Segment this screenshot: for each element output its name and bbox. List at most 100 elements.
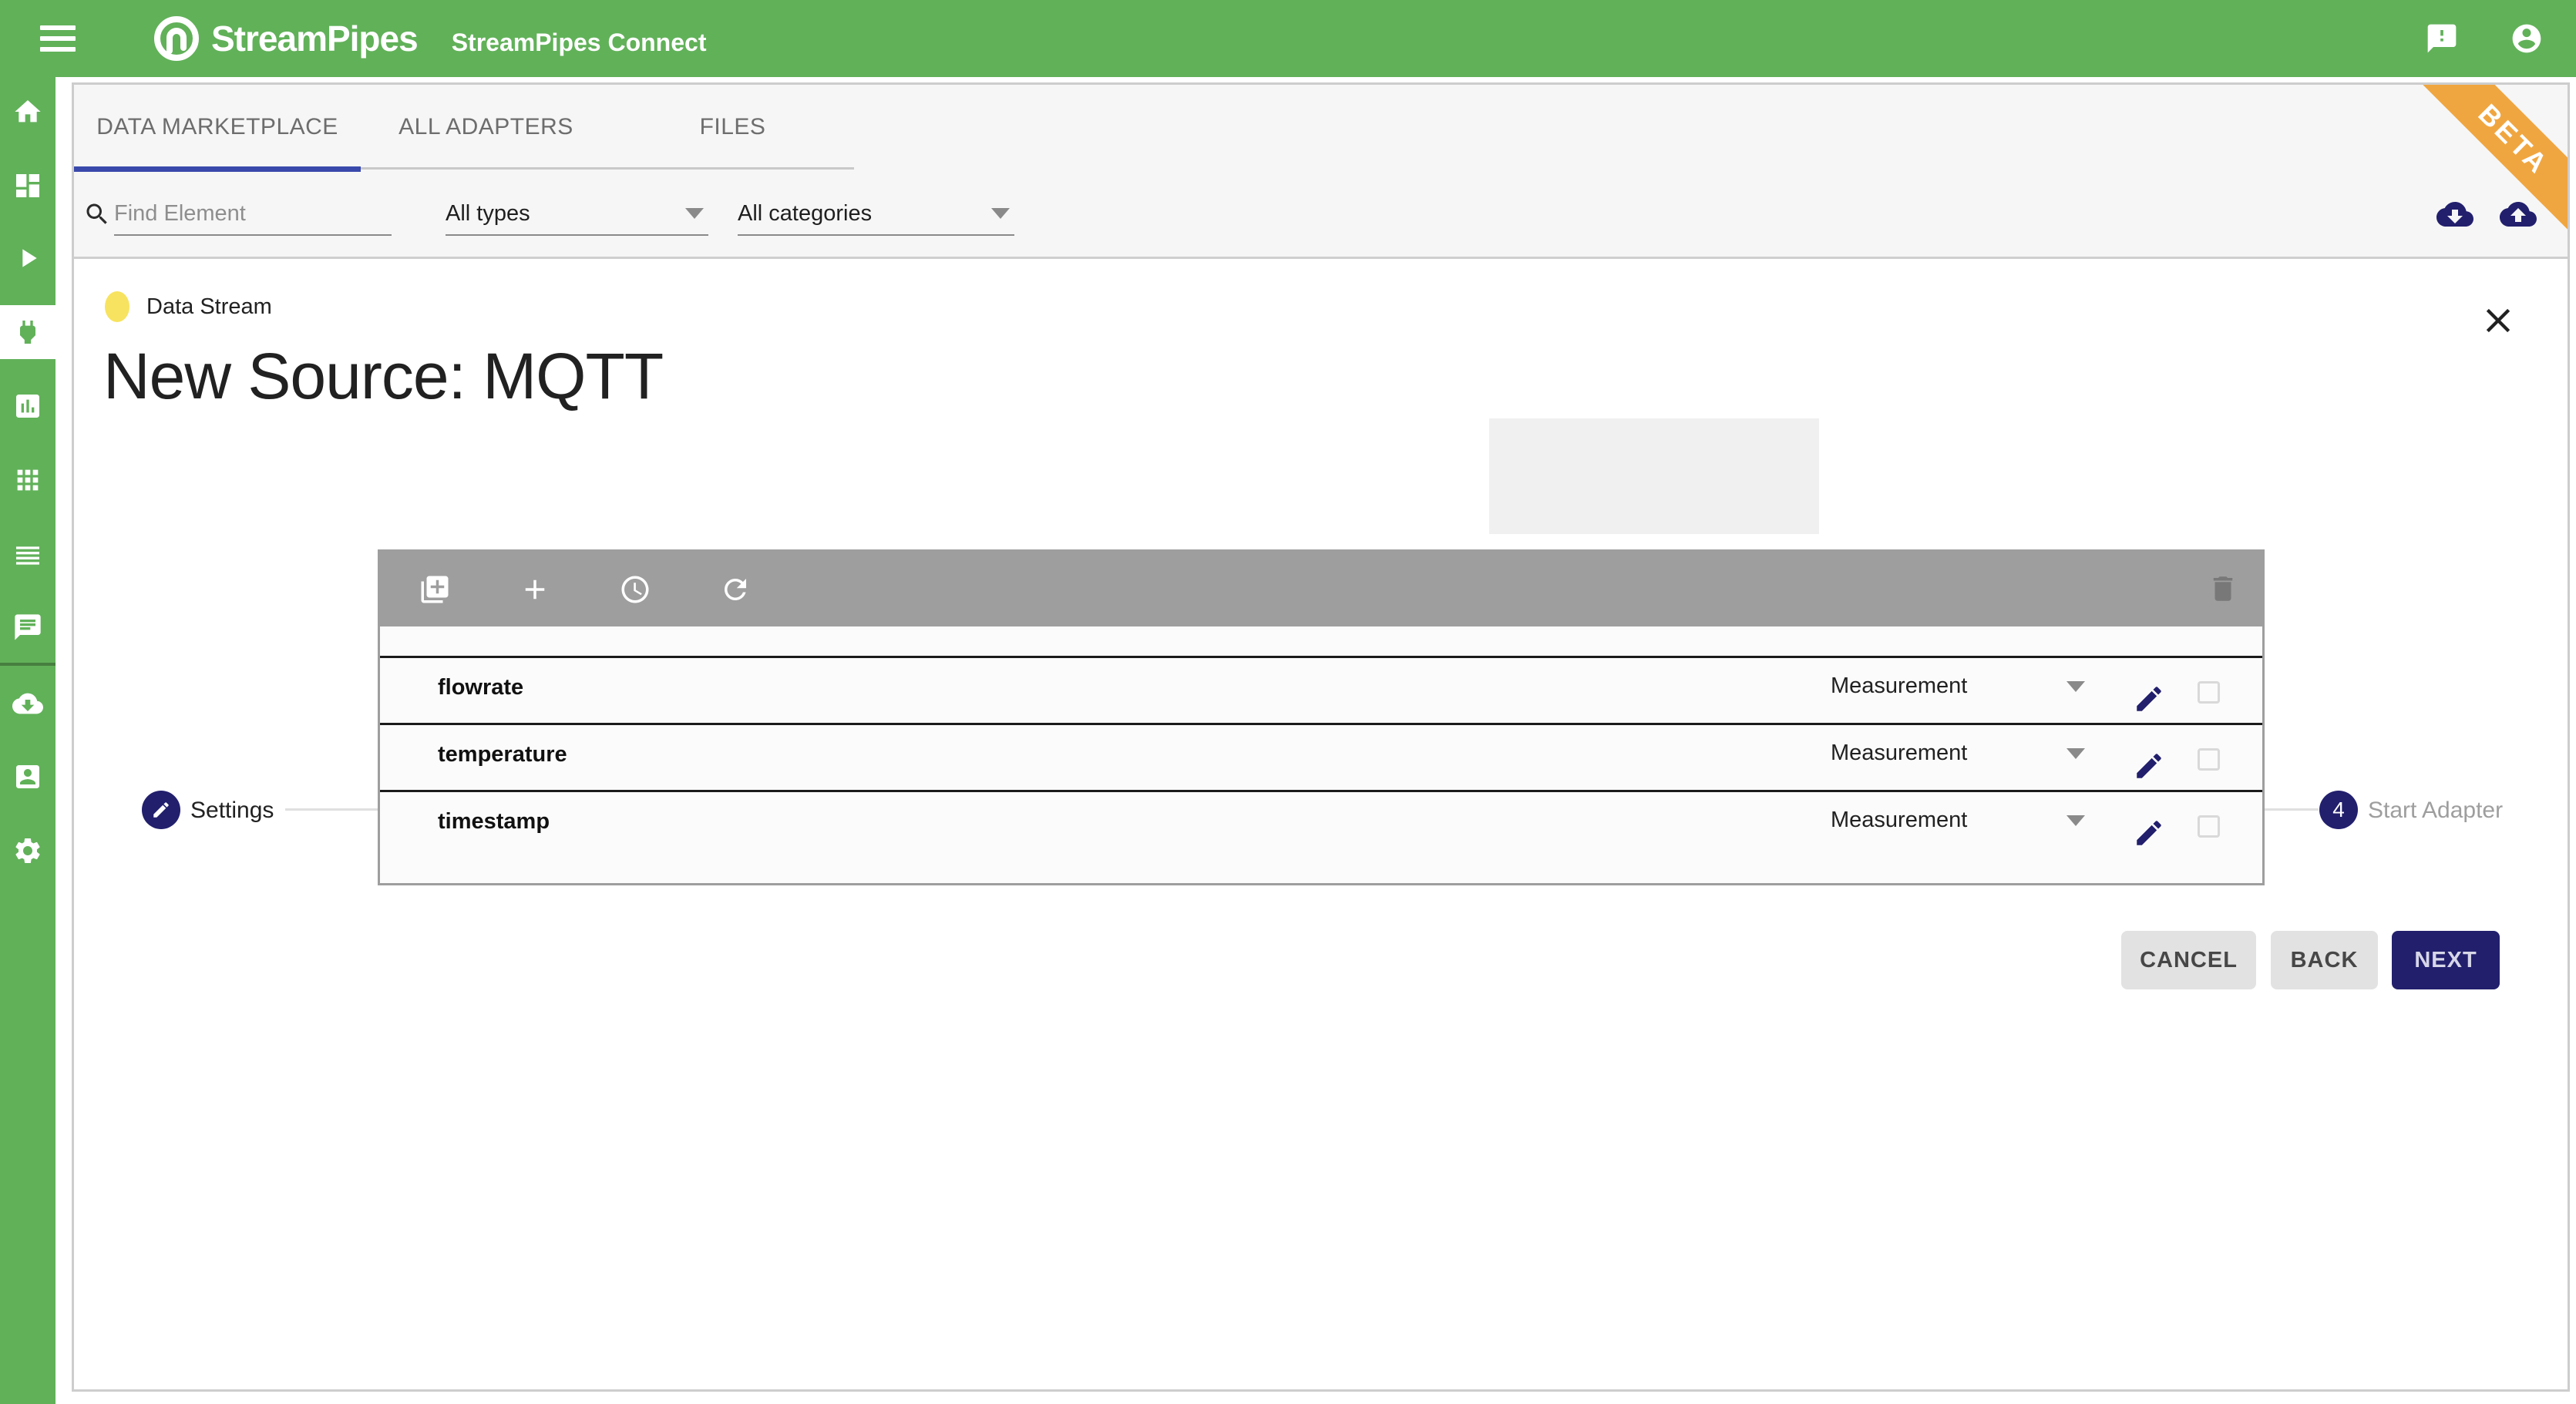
schema-rows: flowrate Measurement temperature Measure… [380, 656, 2262, 857]
wizard-actions: CANCEL BACK NEXT [74, 931, 2568, 993]
chevron-down-icon [685, 208, 704, 219]
chevron-down-icon [2067, 815, 2085, 826]
delete-selected-button[interactable] [2207, 573, 2239, 609]
property-type-select[interactable]: Measurement [1831, 673, 2085, 699]
step-4-circle[interactable]: 4 [2319, 791, 2358, 829]
bar-chart-icon [12, 391, 43, 422]
close-icon [2478, 301, 2518, 341]
streampipes-logo [153, 15, 200, 62]
apps-grid-icon [12, 465, 43, 495]
sidebar-item-profile[interactable] [0, 750, 55, 804]
cancel-button[interactable]: CANCEL [2121, 931, 2256, 989]
sidebar-item-home[interactable] [0, 85, 55, 139]
active-step-highlight [1489, 418, 1819, 534]
add-icon[interactable] [519, 573, 551, 606]
tab-data-marketplace[interactable]: DATA MARKETPLACE [74, 85, 361, 170]
list-icon [12, 540, 43, 571]
library-add-icon[interactable] [419, 573, 451, 606]
category-select-value: All categories [738, 201, 872, 227]
property-type-value: Measurement [1831, 741, 1967, 766]
edit-property-button[interactable] [2133, 817, 2165, 849]
schema-row: flowrate Measurement [380, 656, 2262, 723]
trash-icon [2207, 573, 2239, 605]
schema-row: timestamp Measurement [380, 790, 2262, 857]
step-4-number: 4 [2332, 798, 2345, 822]
settings-gear-icon [12, 835, 43, 866]
filter-row: All types All categories [74, 183, 2568, 245]
cloud-upload-button[interactable] [2500, 196, 2537, 233]
tab-all-adapters[interactable]: ALL ADAPTERS [361, 85, 611, 170]
play-icon [12, 243, 43, 274]
cloud-download-button[interactable] [2436, 196, 2473, 233]
account-circle-icon[interactable] [2510, 22, 2544, 55]
refresh-icon[interactable] [719, 573, 752, 606]
step-1-circle[interactable] [142, 791, 180, 829]
tab-bar: DATA MARKETPLACE ALL ADAPTERS FILES [74, 85, 854, 170]
tab-files[interactable]: FILES [611, 85, 854, 170]
schema-row: temperature Measurement [380, 723, 2262, 790]
sidebar-item-logs[interactable] [0, 529, 55, 583]
element-category: Data Stream [105, 291, 272, 322]
close-button[interactable] [2478, 301, 2518, 341]
step-1-label[interactable]: Settings [190, 798, 274, 824]
category-select[interactable]: All categories [738, 193, 1014, 236]
property-name: flowrate [438, 675, 1831, 700]
row-checkbox[interactable] [2198, 748, 2220, 771]
property-type-select[interactable]: Measurement [1831, 808, 2085, 833]
property-name: temperature [438, 742, 1831, 767]
sidebar-divider [0, 663, 55, 666]
account-box-icon [12, 761, 43, 792]
plug-icon [12, 317, 43, 348]
brand-title: StreamPipes [211, 18, 418, 59]
data-stream-dot-icon [105, 291, 129, 322]
sidebar-item-dashboard[interactable] [0, 159, 55, 213]
sidebar-item-settings[interactable] [0, 824, 55, 878]
edit-property-button[interactable] [2133, 683, 2165, 715]
cloud-download-icon [12, 688, 43, 719]
wizard-title: New Source: MQTT [103, 339, 663, 414]
step-4-label[interactable]: Start Adapter [2368, 798, 2503, 824]
sidebar [0, 0, 55, 1404]
sidebar-item-charts[interactable] [0, 379, 55, 433]
type-select-value: All types [446, 201, 530, 227]
edit-pencil-icon [2133, 683, 2165, 715]
menu-icon[interactable] [40, 25, 76, 52]
property-name: timestamp [438, 809, 1831, 835]
page: StreamPipes StreamPipes Connect [0, 0, 2576, 1404]
page-title: StreamPipes Connect [452, 29, 707, 57]
main-card: DATA MARKETPLACE ALL ADAPTERS FILES All … [72, 82, 2570, 1392]
edit-pencil-icon [2133, 750, 2165, 782]
clock-icon[interactable] [619, 573, 651, 606]
sidebar-item-apps[interactable] [0, 453, 55, 507]
sidebar-item-pipelines[interactable] [0, 231, 55, 285]
feedback-icon[interactable] [2425, 22, 2459, 55]
home-icon [12, 96, 43, 127]
property-type-value: Measurement [1831, 808, 1967, 833]
chevron-down-icon [2067, 748, 2085, 759]
back-button[interactable]: BACK [2271, 931, 2378, 989]
edit-pencil-icon [2133, 817, 2165, 849]
type-select[interactable]: All types [446, 193, 708, 236]
app-header: StreamPipes StreamPipes Connect [0, 0, 2576, 77]
wizard-stepper: Settings Select Format 3 Define Event Sc… [74, 418, 2568, 534]
element-category-label: Data Stream [146, 294, 272, 320]
row-checkbox[interactable] [2198, 681, 2220, 704]
search-input[interactable] [114, 193, 392, 236]
import-export-actions [2436, 183, 2537, 245]
sidebar-item-downloads[interactable] [0, 677, 55, 731]
search-icon [83, 200, 111, 228]
next-button[interactable]: NEXT [2392, 931, 2500, 989]
sidebar-item-notifications[interactable] [0, 600, 55, 654]
dashboard-icon [12, 170, 43, 201]
marketplace-toolbar: DATA MARKETPLACE ALL ADAPTERS FILES All … [74, 85, 2568, 259]
edit-pencil-icon [151, 800, 171, 820]
edit-property-button[interactable] [2133, 750, 2165, 782]
row-checkbox[interactable] [2198, 815, 2220, 838]
property-type-select[interactable]: Measurement [1831, 741, 2085, 766]
schema-toolbar [380, 552, 2262, 626]
chevron-down-icon [2067, 681, 2085, 692]
chat-icon [12, 612, 43, 643]
event-schema-table: flowrate Measurement temperature Measure… [378, 549, 2265, 885]
property-type-value: Measurement [1831, 673, 1967, 699]
sidebar-item-connect[interactable] [0, 305, 55, 359]
